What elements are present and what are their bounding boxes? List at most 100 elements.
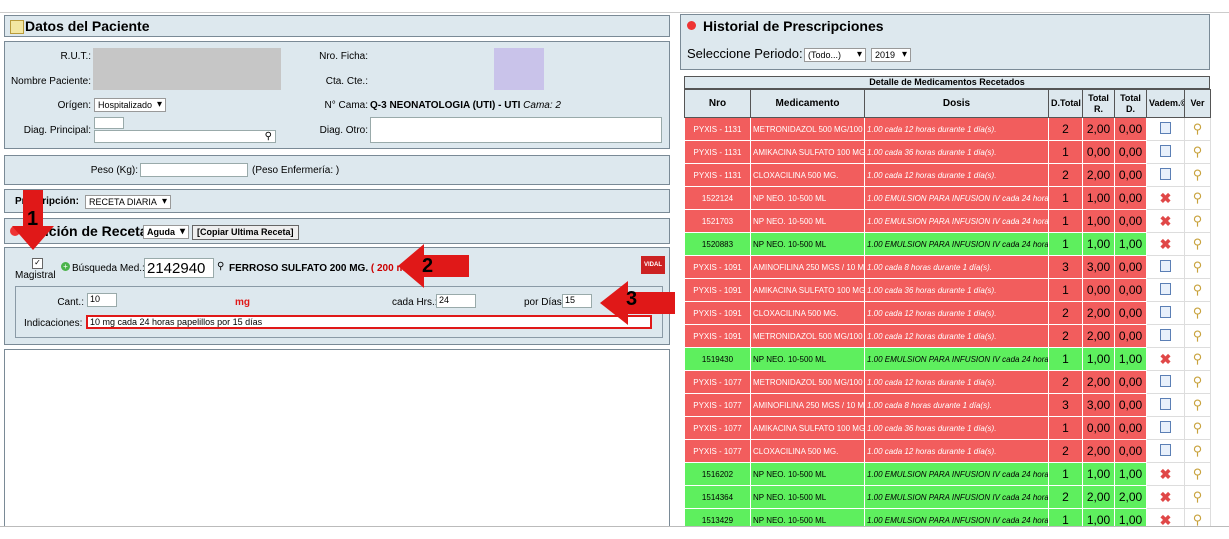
table-row[interactable]: 1521703 NP NEO. 10-500 ML 1.00 EMULSION PA… [684,209,1211,233]
col-ver[interactable]: Ver [1184,89,1211,118]
vademecum-book-icon[interactable] [1160,121,1171,134]
row-vademecum[interactable] [1146,117,1185,141]
col-dosis[interactable]: Dosis [864,89,1049,118]
row-ver[interactable]: ⚲ [1184,232,1211,256]
vademecum-book-icon[interactable] [1160,259,1171,272]
periodo-select[interactable]: (Todo...) [804,48,866,62]
row-ver[interactable]: ⚲ [1184,416,1211,440]
row-vademecum[interactable]: ✖ [1146,209,1185,233]
table-row[interactable]: PYXIS - 1091AMIKACINA SULFATO 100 MG/2 M… [684,278,1211,302]
magnifier-icon[interactable]: ⚲ [1193,374,1203,389]
table-row[interactable]: PYXIS - 1077AMIKACINA SULFATO 100 MG/2 M… [684,416,1211,440]
vademecum-book-icon[interactable] [1160,443,1171,456]
row-vademecum[interactable]: ✖ [1146,232,1185,256]
cant-input[interactable]: 10 [87,293,117,307]
receta-tipo-select[interactable]: Aguda [143,225,189,239]
row-vademecum[interactable]: ✖ [1146,186,1185,210]
col-total-r[interactable]: Total R. [1082,89,1115,118]
magnifier-icon[interactable]: ⚲ [1193,397,1203,412]
cada-input[interactable]: 24 [436,294,476,308]
row-vademecum[interactable] [1146,416,1185,440]
vademecum-book-icon[interactable] [1160,420,1171,433]
magnifier-icon[interactable]: ⚲ [1193,328,1203,343]
col-vademecum[interactable]: Vadem.© [1146,89,1185,118]
table-row[interactable]: PYXIS - 1077 AMINOFILINA 250 MGS / 10 ML 1… [684,393,1211,417]
row-ver[interactable]: ⚲ [1184,140,1211,164]
row-vademecum[interactable] [1146,255,1185,279]
row-ver[interactable]: ⚲ [1184,255,1211,279]
magnifier-icon[interactable]: ⚲ [1193,489,1203,504]
magnifier-icon[interactable]: ⚲ [1193,420,1203,435]
row-ver[interactable]: ⚲ [1184,370,1211,394]
vademecum-book-icon[interactable] [1160,282,1171,295]
magnifier-icon[interactable]: ⚲ [1193,167,1203,182]
row-ver[interactable]: ⚲ [1184,301,1211,325]
table-row[interactable]: PYXIS - 1131 CLOXACILINA 500 MG. 1.00 cada… [684,163,1211,187]
magnifier-icon[interactable]: ⚲ [1193,351,1203,366]
magnifier-icon[interactable]: ⚲ [1193,213,1203,228]
table-row[interactable]: PYXIS - 1077 CLOXACILINA 500 MG. 1.00 cada… [684,439,1211,463]
row-vademecum[interactable] [1146,163,1185,187]
table-row[interactable]: PYXIS - 1091 AMINOFILINA 250 MGS / 10 ML 1… [684,255,1211,279]
vademecum-book-icon[interactable] [1160,328,1171,341]
magnifier-icon[interactable]: ⚲ [1193,305,1203,320]
row-ver[interactable]: ⚲ [1184,462,1211,486]
row-ver[interactable]: ⚲ [1184,324,1211,348]
delete-icon[interactable]: ✖ [1160,236,1172,252]
origen-select[interactable]: Hospitalizado [94,98,166,112]
delete-icon[interactable]: ✖ [1160,351,1172,367]
magnifier-icon[interactable]: ⚲ [1193,236,1203,251]
diag-otro-textarea[interactable] [370,117,662,143]
row-ver[interactable]: ⚲ [1184,117,1211,141]
vademecum-book-icon[interactable] [1160,167,1171,180]
row-ver[interactable]: ⚲ [1184,278,1211,302]
row-vademecum[interactable]: ✖ [1146,462,1185,486]
vademecum-book-icon[interactable] [1160,305,1171,318]
vademecum-book-icon[interactable] [1160,144,1171,157]
magnifier-icon[interactable]: ⚲ [1193,121,1203,136]
table-row[interactable]: 1520883 NP NEO. 10-500 ML 1.00 EMULSION PA… [684,232,1211,256]
table-row[interactable]: PYXIS - 1091 METRONIDAZOL 500 MG/100 ML 1.… [684,324,1211,348]
busqueda-input[interactable]: 2142940 [144,258,214,278]
magnifier-icon[interactable]: ⚲ [1193,259,1203,274]
row-vademecum[interactable] [1146,393,1185,417]
magnifier-icon[interactable]: ⚲ [1193,282,1203,297]
col-nro[interactable]: Nro [684,89,751,118]
table-row[interactable]: 1514364 NP NEO. 10-500 ML 1.00 EMULSION PA… [684,485,1211,509]
row-ver[interactable]: ⚲ [1184,485,1211,509]
add-icon[interactable]: + [61,262,70,271]
year-select[interactable]: 2019 [871,48,911,62]
magnifier-icon[interactable]: ⚲ [1193,190,1203,205]
row-vademecum[interactable] [1146,439,1185,463]
table-row[interactable]: PYXIS - 1131 METRONIDAZOL 500 MG/100 ML 1.… [684,117,1211,141]
table-row[interactable]: 1516202 NP NEO. 10-500 ML 1.00 EMULSION PA… [684,462,1211,486]
indicaciones-input[interactable]: 10 mg cada 24 horas papelillos por 15 dí… [86,315,652,329]
row-vademecum[interactable] [1146,301,1185,325]
col-dtotal[interactable]: D.Total [1048,89,1083,118]
delete-icon[interactable]: ✖ [1160,190,1172,206]
row-ver[interactable]: ⚲ [1184,209,1211,233]
vidal-logo[interactable]: VIDAL [641,256,665,274]
diag-principal-input[interactable]: ⚲ [94,130,276,143]
table-row[interactable]: 1519430 NP NEO. 10-500 ML 1.00 EMULSION PA… [684,347,1211,371]
magnifier-icon[interactable]: ⚲ [1193,466,1203,481]
row-vademecum[interactable] [1146,140,1185,164]
diag-code-input[interactable] [94,117,124,129]
row-vademecum[interactable] [1146,278,1185,302]
prescripcion-select[interactable]: RECETA DIARIA [85,195,171,209]
col-total-d[interactable]: Total D. [1114,89,1147,118]
delete-icon[interactable]: ✖ [1160,489,1172,505]
col-medicamento[interactable]: Medicamento [750,89,865,118]
vademecum-book-icon[interactable] [1160,374,1171,387]
row-vademecum[interactable]: ✖ [1146,485,1185,509]
row-vademecum[interactable]: ✖ [1146,347,1185,371]
delete-icon[interactable]: ✖ [1160,466,1172,482]
row-ver[interactable]: ⚲ [1184,439,1211,463]
magnifier-icon[interactable]: ⚲ [1193,144,1203,159]
row-ver[interactable]: ⚲ [1184,186,1211,210]
row-ver[interactable]: ⚲ [1184,393,1211,417]
dias-input[interactable]: 15 [562,294,592,308]
table-row[interactable]: PYXIS - 1077 METRONIDAZOL 500 MG/100 ML 1.… [684,370,1211,394]
magnifier-icon[interactable]: ⚲ [1193,512,1203,527]
magnifier-icon[interactable]: ⚲ [1193,443,1203,458]
